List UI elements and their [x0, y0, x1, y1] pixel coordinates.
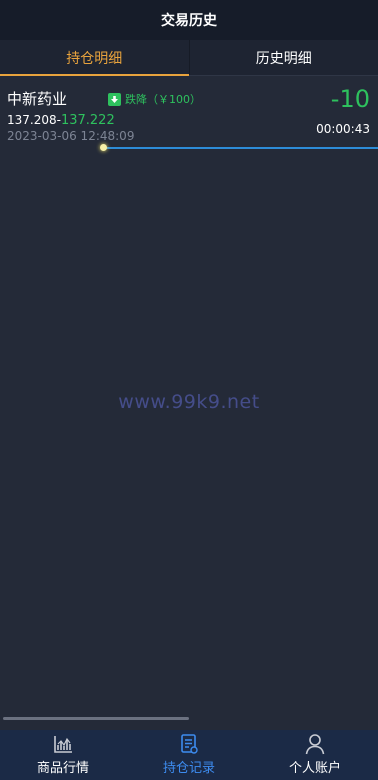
price-range: 137.208-137.222 [7, 113, 115, 128]
tab-position-details[interactable]: 持仓明细 [0, 40, 189, 76]
tab-bar: 持仓明细 历史明细 [0, 40, 378, 76]
open-price: 137.208- [7, 113, 61, 127]
nav-item-account[interactable]: 个人账户 [252, 730, 378, 780]
nav-item-market[interactable]: 商品行情 [0, 730, 126, 780]
duration-value: 00:00:43 [316, 122, 370, 136]
progress-line [104, 147, 378, 149]
watermark: www.99k9.net [118, 391, 260, 413]
progress-dot [100, 144, 107, 151]
close-price: 137.222 [60, 113, 115, 128]
bottom-nav: 商品行情 持仓记录 个人账户 [0, 730, 378, 780]
direction-badge: 跌降（￥100） [108, 91, 201, 107]
product-name: 中新药业 [7, 90, 68, 108]
position-record[interactable]: 中新药业 跌降（￥100） 137.208-137.222 2023-03-06… [0, 77, 378, 149]
document-icon [181, 734, 198, 754]
nav-label-account: 个人账户 [288, 761, 341, 776]
profit-loss-value: -10 [330, 85, 370, 113]
user-icon [305, 734, 325, 755]
record-time: 2023-03-06 12:48:09 [7, 129, 135, 143]
header-bar: 交易历史 [0, 0, 378, 40]
tab-history-details[interactable]: 历史明细 [188, 40, 378, 75]
page-title: 交易历史 [161, 13, 217, 29]
nav-item-positions[interactable]: 持仓记录 [126, 730, 252, 780]
arrow-down-icon [108, 92, 121, 106]
horizontal-scrollbar[interactable] [3, 717, 189, 720]
nav-label-market: 商品行情 [36, 761, 89, 776]
nav-label-positions: 持仓记录 [162, 761, 215, 776]
direction-label: 跌降（￥100） [125, 93, 201, 106]
chart-icon [54, 736, 72, 753]
